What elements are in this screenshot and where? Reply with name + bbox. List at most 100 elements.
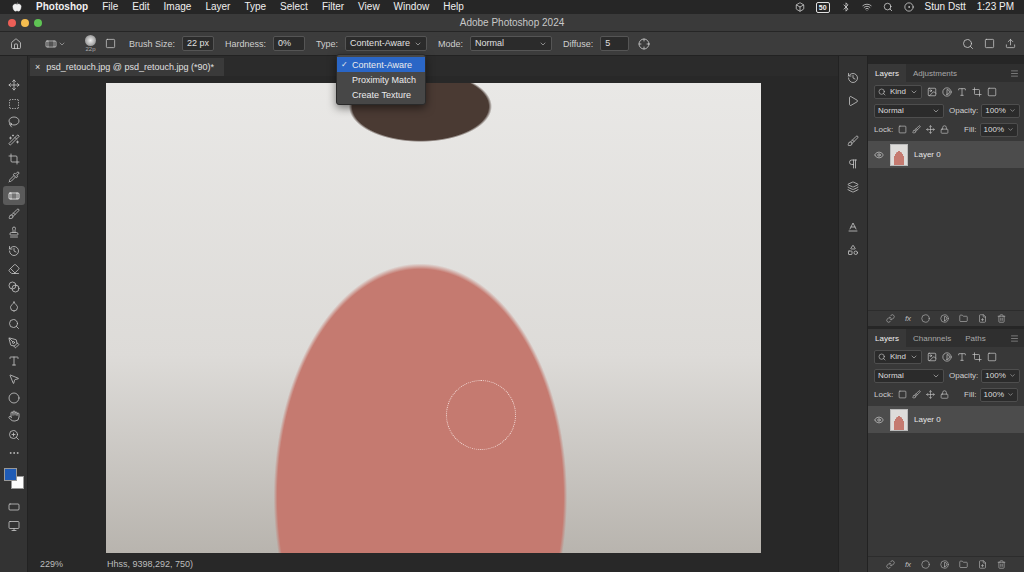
marquee-icon[interactable] <box>8 98 20 110</box>
blur-icon[interactable] <box>8 300 20 312</box>
type-filter-icon[interactable] <box>957 352 967 362</box>
menu-icon[interactable] <box>1010 334 1019 343</box>
wifi-icon[interactable] <box>862 2 872 12</box>
character-icon[interactable] <box>847 221 859 233</box>
crop-icon[interactable] <box>8 153 20 165</box>
filter-select[interactable]: Kind <box>874 350 922 364</box>
panel-tab[interactable]: Paths <box>958 329 992 347</box>
pen-icon[interactable] <box>8 337 20 349</box>
shape-filter-icon[interactable] <box>972 87 982 97</box>
blend-select[interactable]: Normal <box>874 104 944 118</box>
apple-icon[interactable] <box>12 2 22 12</box>
siri-icon[interactable] <box>904 2 914 12</box>
layer-row[interactable]: Layer 0 <box>868 406 1024 433</box>
layers-icon[interactable] <box>847 181 859 193</box>
magic-wand-icon[interactable] <box>8 134 20 146</box>
actions-icon[interactable] <box>847 95 859 107</box>
brush-settings-icon[interactable] <box>847 135 859 147</box>
dodge-tool[interactable] <box>3 315 25 333</box>
ellipse-tool[interactable] <box>3 389 25 407</box>
lasso-tool[interactable] <box>3 113 25 131</box>
hand-tool[interactable] <box>3 407 25 425</box>
type-filter-icon[interactable] <box>957 87 967 97</box>
healing-brush-tool[interactable] <box>3 186 25 204</box>
zoom-button[interactable] <box>34 19 42 27</box>
photo-canvas[interactable] <box>106 83 761 553</box>
target-icon[interactable] <box>638 38 650 50</box>
opacity-field[interactable]: 100% <box>981 369 1019 383</box>
mode-select[interactable]: Normal <box>470 36 552 51</box>
shape-filter-icon[interactable] <box>972 352 982 362</box>
dropdown-option[interactable]: Create Texture <box>337 87 425 102</box>
layer-row[interactable]: Layer 0 <box>868 141 1024 168</box>
document-tab[interactable]: ×psd_retouch.jpg @ psd_retouch.jpg (*90)… <box>30 58 224 76</box>
lock-pixels-icon[interactable] <box>898 390 907 399</box>
menu-icon[interactable] <box>1010 69 1019 78</box>
gradient-icon[interactable] <box>8 281 20 293</box>
close-button[interactable] <box>8 19 16 27</box>
stamp-tool[interactable] <box>3 223 25 241</box>
lock-paint-icon[interactable] <box>912 125 921 134</box>
more-tool[interactable] <box>3 444 25 462</box>
opacity-field[interactable]: 100% <box>981 104 1019 118</box>
panel-menu[interactable] <box>1010 329 1019 347</box>
folder-icon[interactable] <box>959 560 968 569</box>
smart-filter-icon[interactable] <box>987 87 997 97</box>
history-icon[interactable] <box>847 72 859 84</box>
move-icon[interactable] <box>8 79 20 91</box>
tool-preset[interactable] <box>43 38 68 50</box>
visibility-toggle[interactable] <box>874 150 884 160</box>
search-icon[interactable] <box>962 38 974 50</box>
adjustment-icon[interactable] <box>940 560 949 569</box>
fill-field[interactable]: 100% <box>980 123 1018 137</box>
tab-close[interactable]: × <box>35 62 40 72</box>
clock[interactable]: 1:23 PM <box>977 0 1014 14</box>
brush-settings-icon[interactable] <box>105 38 116 49</box>
eraser-tool[interactable] <box>3 260 25 278</box>
eye-icon[interactable] <box>874 150 884 160</box>
healing-brush-icon[interactable] <box>45 38 57 50</box>
shapes-icon[interactable] <box>847 244 859 256</box>
filter-select[interactable]: Kind <box>874 85 922 99</box>
menu-item[interactable]: Type <box>244 0 266 14</box>
fx-button[interactable]: fx <box>905 314 911 323</box>
panel-tab[interactable]: Layers <box>868 329 906 347</box>
new-layer-icon[interactable] <box>978 560 987 569</box>
spotlight-icon[interactable] <box>883 2 893 12</box>
paragraph-icon[interactable] <box>847 158 859 170</box>
lock-position-icon[interactable] <box>926 390 935 399</box>
zoom-level[interactable]: 229% <box>40 559 63 569</box>
type-tool[interactable] <box>3 352 25 370</box>
minimize-button[interactable] <box>21 19 29 27</box>
workspace-icon[interactable] <box>984 38 995 49</box>
blur-tool[interactable] <box>3 297 25 315</box>
dropdown-option[interactable]: ✓Content-Aware <box>337 57 425 72</box>
bluetooth-icon[interactable] <box>841 2 851 12</box>
dropbox-icon[interactable] <box>795 2 805 12</box>
panel-menu[interactable] <box>1010 64 1019 82</box>
eye-icon[interactable] <box>874 415 884 425</box>
lock-pixels-icon[interactable] <box>898 125 907 134</box>
image-filter-icon[interactable] <box>927 87 937 97</box>
ellipse-icon[interactable] <box>8 392 20 404</box>
pen-tool[interactable] <box>3 333 25 351</box>
user-name[interactable]: Stun Dstt <box>925 0 966 14</box>
lock-position-icon[interactable] <box>926 125 935 134</box>
history-brush-tool[interactable] <box>3 242 25 260</box>
move-tool[interactable] <box>3 76 25 94</box>
zoom-tool[interactable] <box>3 425 25 443</box>
crop-tool[interactable] <box>3 150 25 168</box>
stamp-icon[interactable] <box>8 226 20 238</box>
menu-item[interactable]: File <box>102 0 118 14</box>
brush-tool[interactable] <box>3 205 25 223</box>
dropdown-option[interactable]: Proximity Match <box>337 72 425 87</box>
home-icon[interactable] <box>10 38 22 50</box>
lock-all-icon[interactable] <box>940 390 949 399</box>
path-select-tool[interactable] <box>3 370 25 388</box>
trash-icon[interactable] <box>997 314 1006 323</box>
link-icon[interactable] <box>886 314 895 323</box>
brush-icon[interactable] <box>8 208 20 220</box>
gradient-tool[interactable] <box>3 278 25 296</box>
new-layer-icon[interactable] <box>978 314 987 323</box>
path-select-icon[interactable] <box>8 373 20 385</box>
